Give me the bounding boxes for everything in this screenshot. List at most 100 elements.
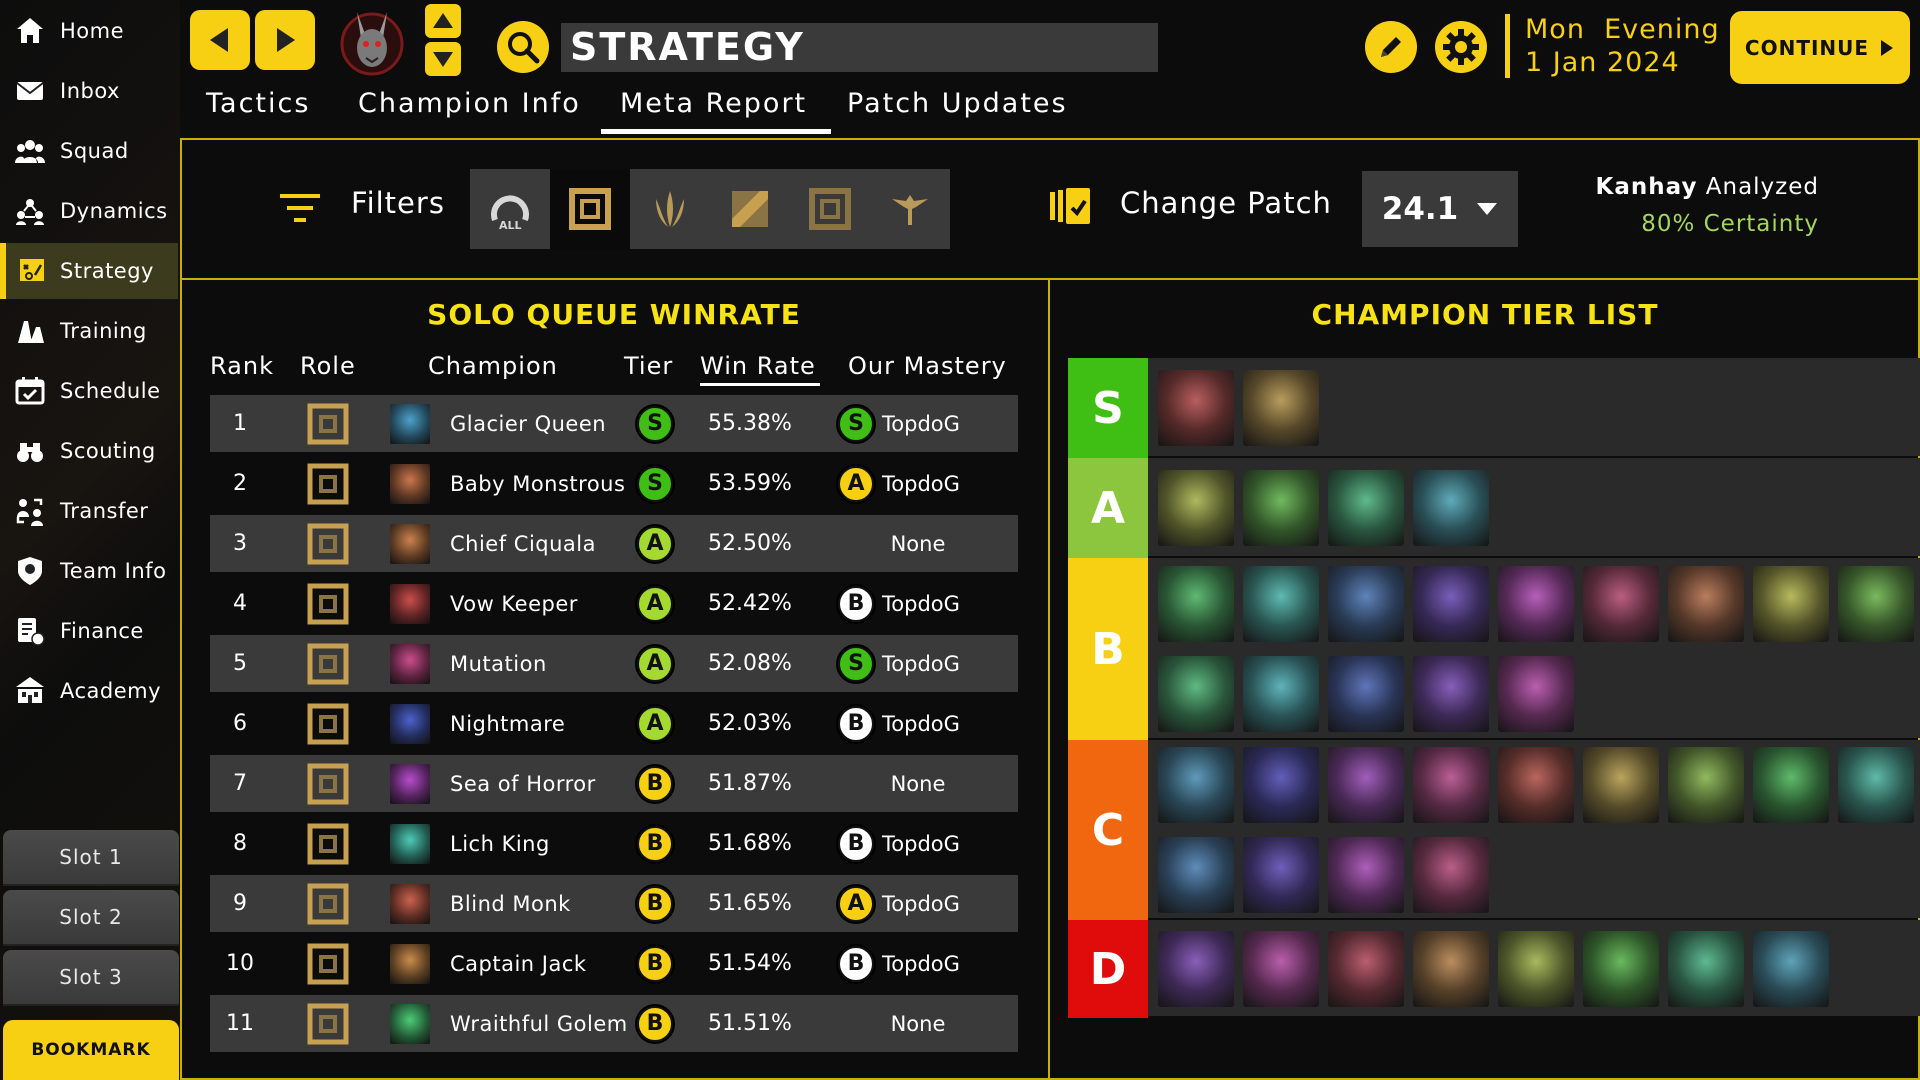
champion-portrait[interactable] [390, 935, 430, 992]
champion-name[interactable]: Lich King [450, 815, 550, 872]
table-row[interactable]: 8 Lich King B 51.68% B TopdoG [210, 815, 1018, 872]
col-header-win-rate[interactable]: Win Rate [700, 352, 816, 380]
tier-champion-portrait[interactable] [1413, 566, 1489, 642]
change-patch-icon[interactable] [1048, 186, 1092, 230]
role-filter-mid[interactable] [710, 169, 790, 249]
champion-portrait[interactable] [390, 995, 430, 1052]
tier-champion-portrait[interactable] [1413, 470, 1489, 546]
table-row[interactable]: 7 Sea of Horror B 51.87% None [210, 755, 1018, 812]
table-row[interactable]: 1 Glacier Queen S 55.38% S TopdoG [210, 395, 1018, 452]
champion-name[interactable]: Vow Keeper [450, 575, 578, 632]
champion-name[interactable]: Sea of Horror [450, 755, 596, 812]
tier-champion-portrait[interactable] [1243, 656, 1319, 732]
col-header-tier[interactable]: Tier [624, 352, 673, 380]
tier-champion-portrait[interactable] [1158, 656, 1234, 732]
tier-champion-portrait[interactable] [1158, 566, 1234, 642]
champion-name[interactable]: Nightmare [450, 695, 565, 752]
sidebar-item-squad[interactable]: Squad [0, 123, 178, 179]
tier-champion-portrait[interactable] [1498, 656, 1574, 732]
tab-patch-updates[interactable]: Patch Updates [847, 88, 1068, 128]
tier-champion-portrait[interactable] [1243, 470, 1319, 546]
patch-dropdown[interactable]: 24.1 [1362, 171, 1518, 247]
tier-champion-portrait[interactable] [1498, 566, 1574, 642]
col-header-rank[interactable]: Rank [210, 352, 274, 380]
tier-champion-portrait[interactable] [1158, 837, 1234, 913]
tier-champion-portrait[interactable] [1328, 837, 1404, 913]
sidebar-item-team-info[interactable]: Team Info [0, 543, 178, 599]
search-button[interactable] [497, 21, 549, 73]
tier-champion-portrait[interactable] [1413, 837, 1489, 913]
tab-champion-info[interactable]: Champion Info [358, 88, 581, 128]
tier-champion-portrait[interactable] [1328, 566, 1404, 642]
tier-champion-portrait[interactable] [1838, 747, 1914, 823]
table-row[interactable]: 6 Nightmare A 52.03% B TopdoG [210, 695, 1018, 752]
tier-champion-portrait[interactable] [1413, 747, 1489, 823]
champion-portrait[interactable] [390, 815, 430, 872]
sidebar-item-strategy[interactable]: Strategy [0, 243, 178, 299]
tier-champion-portrait[interactable] [1668, 931, 1744, 1007]
champion-name[interactable]: Captain Jack [450, 935, 587, 992]
tab-meta-report[interactable]: Meta Report [620, 88, 807, 128]
tier-champion-portrait[interactable] [1583, 931, 1659, 1007]
table-row[interactable]: 3 Chief Ciquala A 52.50% None [210, 515, 1018, 572]
champion-name[interactable]: Baby Monstrous [450, 455, 625, 512]
tier-champion-portrait[interactable] [1243, 747, 1319, 823]
back-button[interactable] [190, 10, 250, 70]
scroll-down-button[interactable] [425, 42, 461, 76]
sidebar-item-scouting[interactable]: Scouting [0, 423, 178, 479]
champion-portrait[interactable] [390, 875, 430, 932]
champion-name[interactable]: Blind Monk [450, 875, 571, 932]
sidebar-item-schedule[interactable]: Schedule [0, 363, 178, 419]
champion-portrait[interactable] [390, 575, 430, 632]
tier-champion-portrait[interactable] [1328, 656, 1404, 732]
tier-champion-portrait[interactable] [1328, 747, 1404, 823]
sidebar-item-inbox[interactable]: Inbox [0, 63, 178, 119]
continue-button[interactable]: CONTINUE [1730, 11, 1910, 84]
tier-champion-portrait[interactable] [1243, 566, 1319, 642]
champion-name[interactable]: Mutation [450, 635, 547, 692]
tier-champion-portrait[interactable] [1328, 470, 1404, 546]
col-header-our-mastery[interactable]: Our Mastery [848, 352, 1007, 380]
champion-portrait[interactable] [390, 695, 430, 752]
table-row[interactable]: 5 Mutation A 52.08% S TopdoG [210, 635, 1018, 692]
sidebar-item-home[interactable]: Home [0, 3, 178, 59]
table-row[interactable]: 11 Wraithful Golem B 51.51% None [210, 995, 1018, 1052]
sidebar-item-transfer[interactable]: Transfer [0, 483, 178, 539]
col-header-champion[interactable]: Champion [428, 352, 558, 380]
tier-champion-portrait[interactable] [1583, 747, 1659, 823]
tier-champion-portrait[interactable] [1668, 747, 1744, 823]
tier-champion-portrait[interactable] [1753, 747, 1829, 823]
table-row[interactable]: 10 Captain Jack B 51.54% B TopdoG [210, 935, 1018, 992]
tier-champion-portrait[interactable] [1158, 470, 1234, 546]
forward-button[interactable] [255, 10, 315, 70]
bookmark-button[interactable]: BOOKMARK [3, 1020, 179, 1080]
tab-tactics[interactable]: Tactics [206, 88, 310, 128]
table-row[interactable]: 4 Vow Keeper A 52.42% B TopdoG [210, 575, 1018, 632]
filter-icon[interactable] [278, 191, 322, 229]
tier-champion-portrait[interactable] [1158, 747, 1234, 823]
filters-label[interactable]: Filters [351, 186, 445, 220]
slot-3-button[interactable]: Slot 3 [3, 950, 179, 1006]
champion-portrait[interactable] [390, 635, 430, 692]
role-filter-all[interactable]: ALL [470, 169, 550, 249]
role-filter-support[interactable] [870, 169, 950, 249]
tier-champion-portrait[interactable] [1498, 931, 1574, 1007]
tier-champion-portrait[interactable] [1583, 566, 1659, 642]
role-filter-bot[interactable] [790, 169, 870, 249]
tier-champion-portrait[interactable] [1753, 566, 1829, 642]
champion-name[interactable]: Chief Ciquala [450, 515, 596, 572]
tier-champion-portrait[interactable] [1243, 370, 1319, 446]
table-row[interactable]: 2 Baby Monstrous S 53.59% A TopdoG [210, 455, 1018, 512]
tier-champion-portrait[interactable] [1413, 656, 1489, 732]
champion-name[interactable]: Glacier Queen [450, 395, 606, 452]
tier-champion-portrait[interactable] [1838, 566, 1914, 642]
slot-2-button[interactable]: Slot 2 [3, 890, 179, 946]
champion-portrait[interactable] [390, 515, 430, 572]
change-patch-label[interactable]: Change Patch [1120, 186, 1332, 220]
role-filter-jungle[interactable] [630, 169, 710, 249]
edit-button[interactable] [1365, 21, 1417, 73]
sidebar-item-finance[interactable]: Finance [0, 603, 178, 659]
sidebar-item-training[interactable]: Training [0, 303, 178, 359]
col-header-role[interactable]: Role [300, 352, 356, 380]
champion-portrait[interactable] [390, 395, 430, 452]
